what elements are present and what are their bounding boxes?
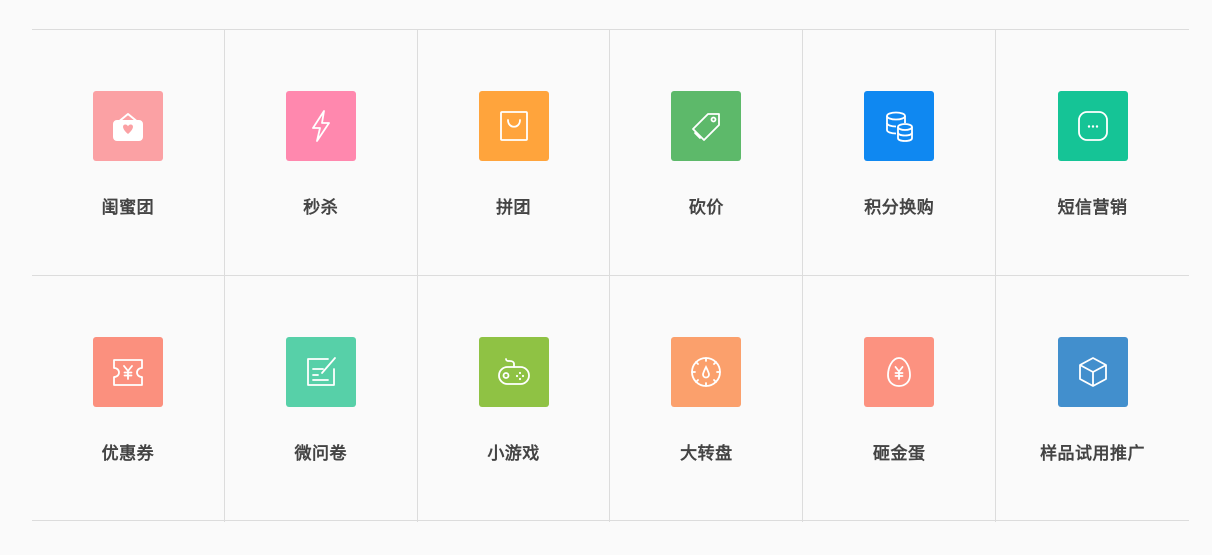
tool-card-kanjia[interactable]: 砍价 (610, 30, 804, 276)
price-tag-icon (671, 91, 742, 161)
tool-label: 砍价 (688, 198, 724, 218)
heart-envelope-icon (92, 91, 163, 161)
gamepad-icon (478, 337, 549, 407)
cube-icon (1057, 337, 1128, 407)
golden-egg-icon (864, 337, 935, 407)
tool-label: 积分换购 (864, 198, 935, 218)
coupon-icon (92, 337, 163, 407)
tool-card-youhuiquan[interactable]: 优惠券 (32, 276, 225, 522)
tool-label: 小游戏 (487, 444, 540, 464)
lightning-icon (285, 91, 356, 161)
questionnaire-icon (285, 337, 356, 407)
tool-label: 秒杀 (303, 198, 339, 218)
message-icon (1057, 91, 1128, 161)
tool-label: 砸金蛋 (872, 444, 926, 464)
tool-label: 优惠券 (101, 444, 155, 464)
tool-label: 微问卷 (294, 444, 347, 464)
tool-card-jifen[interactable]: 积分换购 (803, 30, 997, 276)
coins-icon (864, 91, 935, 161)
tool-label: 短信营销 (1057, 198, 1128, 218)
tool-label: 拼团 (496, 198, 532, 218)
tool-label: 样品试用推广 (1040, 444, 1146, 464)
tool-card-miaosha[interactable]: 秒杀 (224, 30, 418, 276)
tool-label: 大转盘 (680, 444, 733, 464)
wheel-icon (671, 337, 742, 407)
tool-card-duanxin[interactable]: 短信营销 (996, 30, 1189, 276)
tool-card-weiwenjuan[interactable]: 微问卷 (225, 276, 418, 522)
tool-card-zajindan[interactable]: 砸金蛋 (803, 276, 997, 522)
tool-label: 闺蜜团 (101, 198, 155, 218)
shopping-bag-icon (478, 91, 549, 161)
tool-card-guimituan[interactable]: 闺蜜团 (32, 30, 225, 276)
marketing-tools-grid: 闺蜜团 秒杀 拼团 砍价 积分换购 短信营销 优惠券 微问卷 小游戏 大转盘 砸… (32, 29, 1189, 522)
tool-card-xiaoyouxi[interactable]: 小游戏 (418, 276, 611, 522)
tool-card-dazhuanpan[interactable]: 大转盘 (610, 276, 804, 522)
tool-card-pintuan[interactable]: 拼团 (417, 30, 611, 276)
tool-card-yangpinshiyong[interactable]: 样品试用推广 (996, 276, 1189, 522)
